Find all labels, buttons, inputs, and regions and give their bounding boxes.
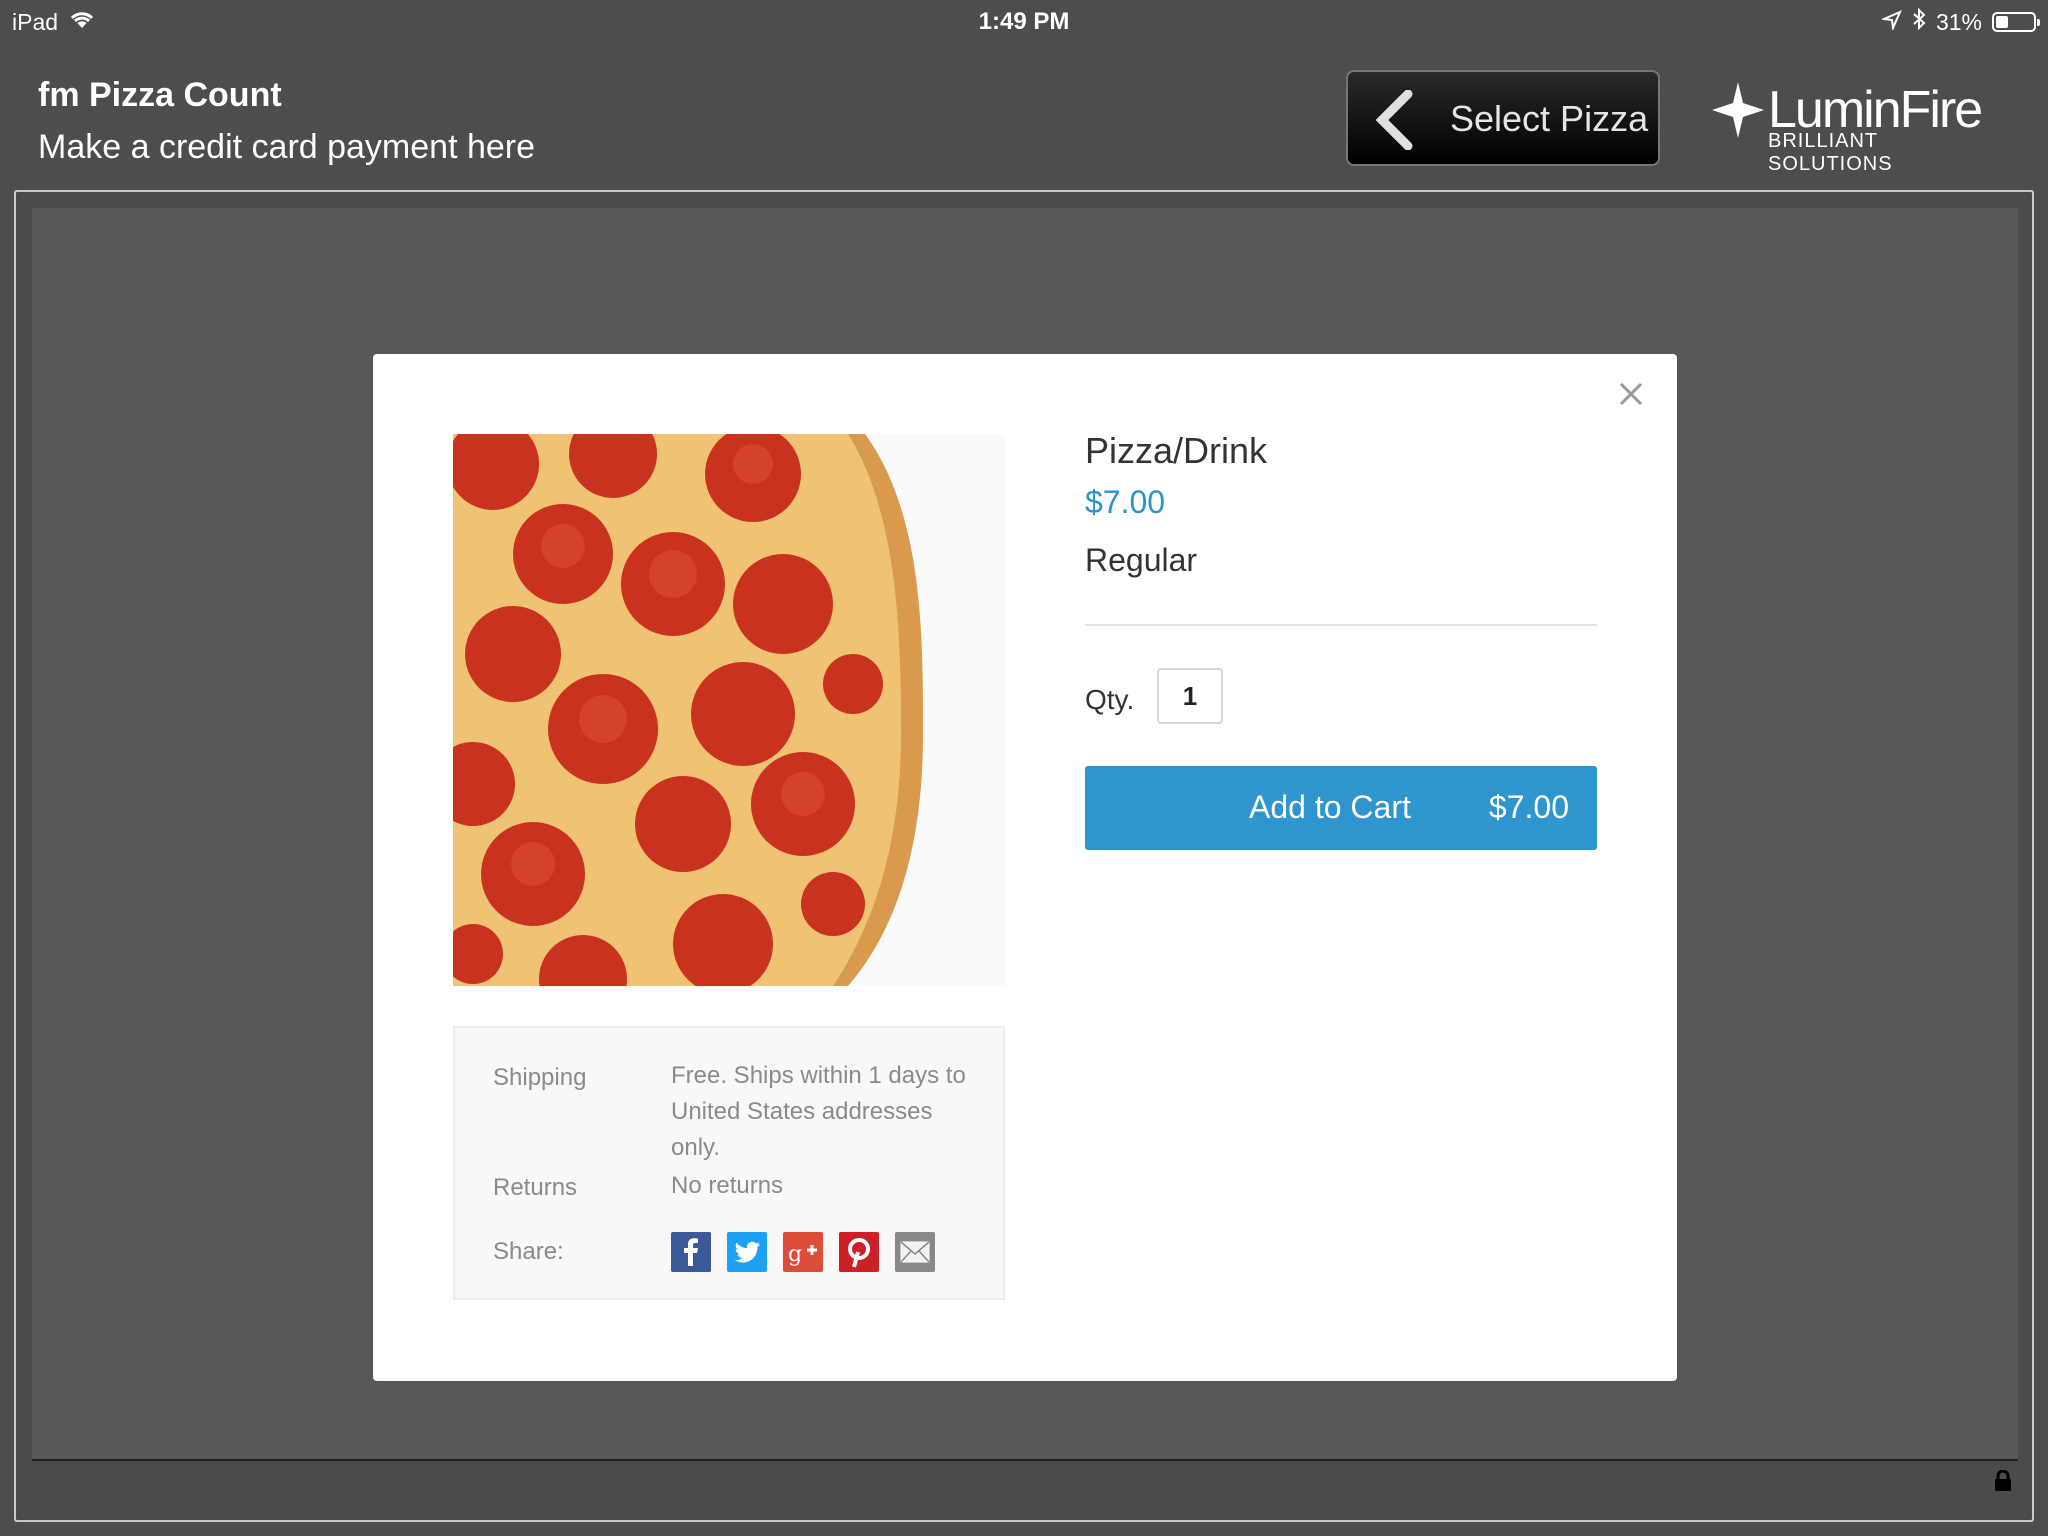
product-info-box: Shipping Free. Ships within 1 days to Un… [453,1026,1005,1300]
clock: 1:49 PM [978,8,1070,35]
battery-percent: 31% [1935,8,1982,35]
share-label: Share: [493,1238,564,1265]
location-arrow-icon [1880,9,1902,36]
logo-tagline: BRILLIANT SOLUTIONS [1768,130,1893,175]
add-to-cart-label: Add to Cart [1249,789,1411,825]
select-pizza-button[interactable]: Select Pizza [1346,70,1660,166]
qty-input[interactable]: 1 [1157,668,1223,724]
bluetooth-icon [1912,7,1926,36]
twitter-icon[interactable] [727,1232,767,1272]
svg-text:g: g [788,1242,802,1267]
facebook-icon[interactable] [671,1232,711,1272]
close-icon[interactable] [1613,376,1649,412]
add-to-cart-button[interactable]: Add to Cart $7.00 [1085,766,1597,850]
pinterest-icon[interactable] [839,1232,879,1272]
product-price: $7.00 [1085,484,1166,520]
status-bar: iPad 1:49 PM 31% [0,0,2048,42]
add-to-cart-price: $7.00 [1488,789,1569,825]
returns-label: Returns [493,1174,578,1201]
shipping-value: Free. Ships within 1 days to United Stat… [671,1062,966,1161]
product-name: Pizza/Drink [1085,430,1268,471]
returns-value: No returns [671,1172,784,1199]
app-title: fm Pizza Count [38,76,282,114]
share-icons: g [671,1232,935,1272]
google-plus-icon[interactable]: g [783,1232,823,1272]
pepperoni-pizza-image [453,434,1005,986]
footer-divider [32,1459,2018,1461]
battery-icon [1992,12,2040,32]
shipping-label: Shipping [493,1064,587,1091]
divider [1085,624,1597,626]
email-icon[interactable] [895,1232,935,1272]
select-pizza-label: Select Pizza [1450,98,1649,139]
lock-icon [1993,1469,2013,1497]
luminfire-logo: LuminFire BRILLIANT SOLUTIONS [1712,80,2002,175]
star-icon [1712,82,1764,143]
chevron-left-icon [1372,89,1416,155]
product-variant: Regular [1085,542,1198,578]
product-modal: Shipping Free. Ships within 1 days to Un… [373,354,1677,1381]
app-subtitle: Make a credit card payment here [38,128,536,166]
qty-label: Qty. [1085,684,1135,715]
